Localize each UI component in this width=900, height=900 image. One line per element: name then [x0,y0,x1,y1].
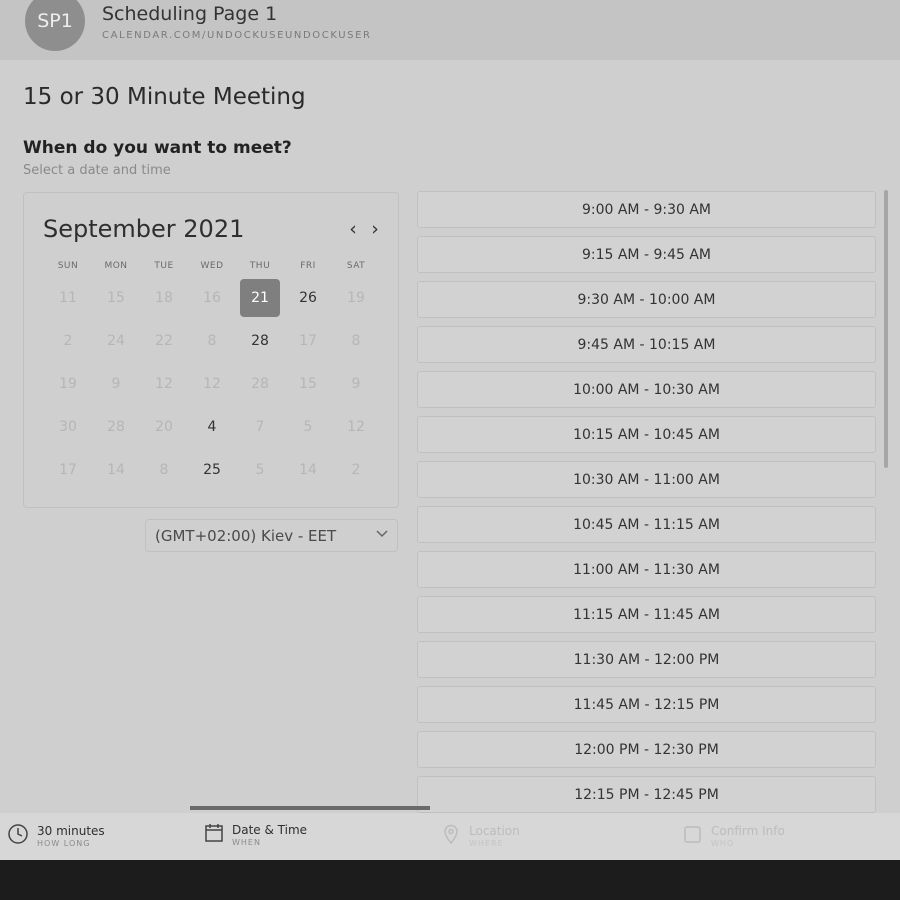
time-slot-button[interactable]: 10:45 AM - 11:15 AM [417,506,876,543]
calendar-day: 12 [203,375,221,392]
timezone-select[interactable]: (GMT+02:00) Kiev - EET [145,519,398,552]
step-label: 30 minutes [37,824,105,838]
step-confirm-info[interactable]: Confirm Info WHO [683,823,785,849]
page-url[interactable]: CALENDAR.COM/UNDOCKUSEUNDOCKUSER [102,30,372,41]
step-sublabel: WHERE [469,839,504,848]
time-slot-button[interactable]: 11:30 AM - 12:00 PM [417,641,876,678]
calendar-day: 5 [303,418,313,435]
calendar-day: 19 [347,289,365,306]
calendar-day: 2 [63,332,73,349]
calendar-day: 8 [159,461,169,478]
date-question: When do you want to meet? [23,138,292,158]
calendar-day: 20 [155,418,173,435]
time-slot-list: 9:00 AM - 9:30 AM 9:15 AM - 9:45 AM 9:30… [417,191,876,821]
page-header: SP1 Scheduling Page 1 CALENDAR.COM/UNDOC… [0,0,900,60]
time-slot-button[interactable]: 9:45 AM - 10:15 AM [417,326,876,363]
weekday-label: THU [249,261,271,271]
calendar-month-label: September 2021 [43,215,245,243]
weekday-label: TUE [154,261,174,271]
calendar-day: 16 [203,289,221,306]
calendar-day: 8 [207,332,217,349]
time-slot-button[interactable]: 10:30 AM - 11:00 AM [417,461,876,498]
calendar-day: 17 [59,461,77,478]
calendar-day: 19 [59,375,77,392]
calendar-day: 17 [299,332,317,349]
time-slot-button[interactable]: 11:15 AM - 11:45 AM [417,596,876,633]
calendar-day: 12 [155,375,173,392]
chevron-down-icon [375,526,389,544]
weekday-label: WED [200,261,224,271]
time-slot-button[interactable]: 9:00 AM - 9:30 AM [417,191,876,228]
calendar: September 2021 ‹ › SUN MON TUE WED THU F… [23,192,399,508]
calendar-day: 15 [107,289,125,306]
time-slot-button[interactable]: 10:15 AM - 10:45 AM [417,416,876,453]
time-slot-button[interactable]: 11:45 AM - 12:15 PM [417,686,876,723]
date-hint: Select a date and time [23,163,171,178]
calendar-day: 11 [59,289,77,306]
time-slot-button[interactable]: 10:00 AM - 10:30 AM [417,371,876,408]
step-sublabel: WHO [711,839,735,848]
calendar-icon [204,822,224,844]
calendar-day: 2 [351,461,361,478]
time-slot-button[interactable]: 11:00 AM - 11:30 AM [417,551,876,588]
time-slot-scrollbar[interactable] [884,190,888,468]
calendar-day: 14 [299,461,317,478]
calendar-day: 28 [107,418,125,435]
clock-icon [7,823,29,845]
time-slot-button[interactable]: 12:15 PM - 12:45 PM [417,776,876,813]
calendar-days: 11 15 18 16 21 26 19 2 24 22 8 28 17 8 1… [44,276,380,491]
calendar-day: 12 [347,418,365,435]
time-slot-button[interactable]: 12:00 PM - 12:30 PM [417,731,876,768]
step-sublabel: WHEN [232,838,261,847]
chevron-right-icon[interactable]: › [364,217,386,241]
location-pin-icon [441,823,461,845]
calendar-day-selected[interactable]: 21 [236,276,284,319]
calendar-day: 22 [155,332,173,349]
calendar-day-available[interactable]: 28 [236,319,284,362]
step-label: Confirm Info [711,824,785,838]
scheduling-app: SP1 Scheduling Page 1 CALENDAR.COM/UNDOC… [0,0,900,860]
step-date-time[interactable]: Date & Time WHEN [204,822,307,848]
step-footer: 30 minutes HOW LONG Date & Time WHEN Loc… [0,813,900,860]
calendar-day-available[interactable]: 26 [284,276,332,319]
meeting-title: 15 or 30 Minute Meeting [23,84,306,110]
calendar-day: 30 [59,418,77,435]
step-duration[interactable]: 30 minutes HOW LONG [7,823,105,849]
calendar-day: 18 [155,289,173,306]
step-progress-indicator [190,806,430,810]
calendar-day: 14 [107,461,125,478]
avatar: SP1 [25,0,85,51]
calendar-day: 24 [107,332,125,349]
time-slot-button[interactable]: 9:30 AM - 10:00 AM [417,281,876,318]
timezone-label: (GMT+02:00) Kiev - EET [155,527,337,545]
weekday-label: SAT [346,261,366,271]
calendar-day: 28 [251,375,269,392]
calendar-day-available[interactable]: 25 [188,448,236,491]
calendar-day: 9 [111,375,121,392]
page-name: Scheduling Page 1 [102,3,278,25]
weekday-label: MON [104,261,128,271]
step-location[interactable]: Location WHERE [441,823,520,849]
chevron-left-icon[interactable]: ‹ [342,217,364,241]
calendar-day: 5 [255,461,265,478]
checkbox-icon [683,823,703,845]
calendar-day: 8 [351,332,361,349]
step-label: Date & Time [232,823,308,837]
selected-day-number: 21 [240,278,280,317]
time-slot-button[interactable]: 9:15 AM - 9:45 AM [417,236,876,273]
weekday-label: FRI [300,261,316,271]
calendar-weekdays: SUN MON TUE WED THU FRI SAT [44,261,380,271]
step-sublabel: HOW LONG [37,839,91,848]
calendar-day: 7 [255,418,265,435]
calendar-day-available[interactable]: 4 [188,405,236,448]
step-label: Location [469,824,520,838]
calendar-day: 15 [299,375,317,392]
weekday-label: SUN [57,261,79,271]
calendar-day: 9 [351,375,361,392]
